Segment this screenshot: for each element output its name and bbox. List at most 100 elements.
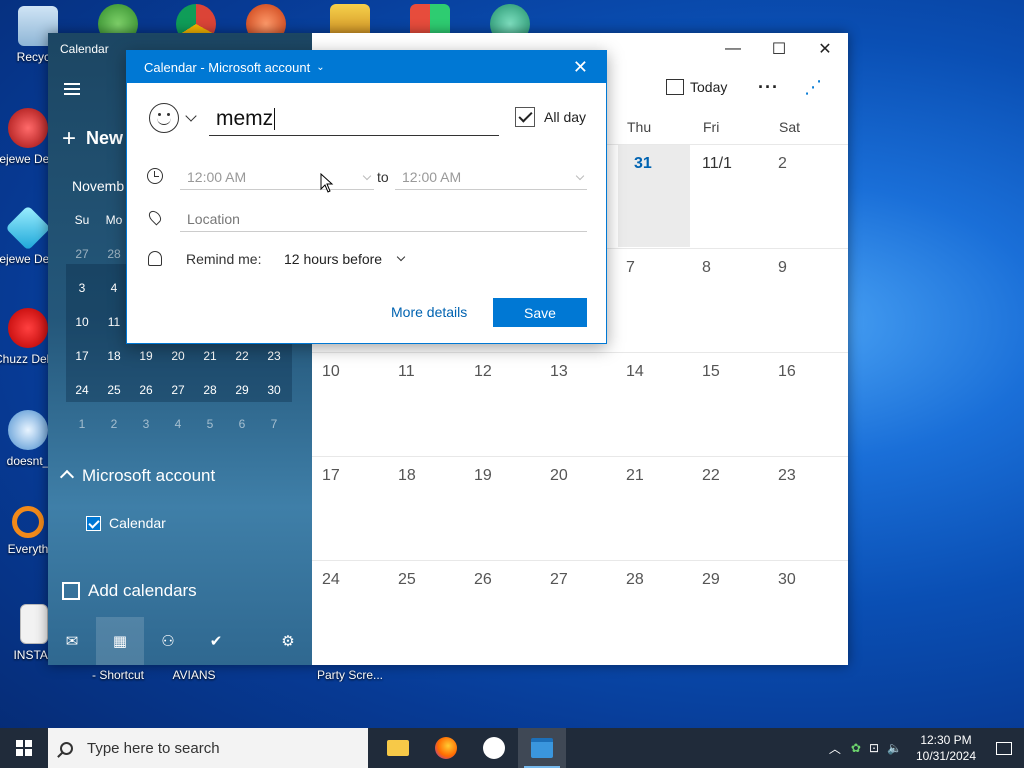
today-button[interactable]: Today	[666, 79, 727, 95]
minimize-button[interactable]: —	[710, 33, 756, 65]
day-cell[interactable]: 10	[322, 363, 340, 381]
emoji-picker-icon[interactable]	[149, 103, 179, 133]
day-cell[interactable]: 11	[398, 363, 415, 381]
chevron-down-icon[interactable]	[185, 110, 197, 122]
day-cell-today[interactable]: 31	[634, 155, 652, 173]
more-options-button[interactable]: ···	[758, 77, 779, 98]
day-cell[interactable]: 22	[702, 467, 720, 485]
location-input[interactable]: Location	[180, 206, 587, 232]
day-cell[interactable]: 12	[474, 363, 492, 381]
desktop-icon-chrome[interactable]	[158, 4, 234, 34]
day-cell[interactable]: 11/1	[702, 155, 732, 173]
chevron-down-icon[interactable]: ⌄	[316, 62, 324, 73]
day-cell[interactable]: 16	[778, 363, 796, 381]
taskbar-search-box[interactable]: Type here to search	[48, 728, 368, 768]
day-cell[interactable]: 30	[778, 571, 796, 589]
desktop-icon-app3[interactable]	[228, 4, 304, 34]
taskbar-calendar[interactable]	[518, 728, 566, 768]
app-tray-icon[interactable]: ✿	[851, 741, 861, 755]
day-cell[interactable]: 27	[550, 571, 568, 589]
chevron-down-icon	[396, 252, 406, 262]
taskbar-github[interactable]	[470, 728, 518, 768]
day-cell[interactable]: 28	[626, 571, 644, 589]
day-cell[interactable]: 19	[474, 467, 492, 485]
save-button[interactable]: Save	[493, 298, 587, 327]
mini-day[interactable]: 28	[194, 383, 226, 397]
mini-day[interactable]: 24	[66, 383, 98, 397]
taskbar-file-explorer[interactable]	[374, 728, 422, 768]
start-button[interactable]	[0, 728, 48, 768]
calendar-picker[interactable]: Calendar - Microsoft account	[144, 60, 310, 75]
mail-nav-button[interactable]: ✉	[48, 617, 96, 665]
mini-day[interactable]: 21	[194, 349, 226, 363]
mini-day[interactable]: 26	[130, 383, 162, 397]
mini-day[interactable]: 10	[66, 315, 98, 329]
taskbar-firefox[interactable]	[422, 728, 470, 768]
calendar-visibility-toggle[interactable]: Calendar	[86, 515, 166, 531]
day-cell[interactable]: 2	[778, 155, 787, 173]
mini-day[interactable]: 27	[162, 383, 194, 397]
day-cell[interactable]: 14	[626, 363, 644, 381]
maximize-button[interactable]: ☐	[756, 33, 802, 65]
mini-day[interactable]: 27	[66, 247, 98, 261]
mini-day[interactable]: 29	[226, 383, 258, 397]
more-details-link[interactable]: More details	[391, 304, 467, 320]
day-cell[interactable]: 21	[626, 467, 644, 485]
mini-day[interactable]: 3	[66, 281, 98, 295]
settings-nav-button[interactable]: ⚙	[264, 617, 312, 665]
desktop-icon-app6[interactable]	[472, 4, 548, 34]
mini-day[interactable]: 18	[98, 349, 130, 363]
new-event-button[interactable]: + New	[62, 125, 123, 153]
desktop-icon-people[interactable]	[80, 4, 156, 34]
day-cell[interactable]: 7	[626, 259, 635, 277]
day-cell[interactable]: 18	[398, 467, 416, 485]
network-icon[interactable]: ⊡	[869, 741, 879, 755]
mini-day[interactable]: 5	[194, 417, 226, 431]
mini-day[interactable]: 22	[226, 349, 258, 363]
close-dialog-button[interactable]: ✕	[573, 57, 588, 78]
day-cell[interactable]: 25	[398, 571, 416, 589]
day-cell[interactable]: 17	[322, 467, 340, 485]
start-time-select[interactable]: 12:00 AM	[180, 164, 374, 190]
day-cell[interactable]: 29	[702, 571, 720, 589]
people-nav-button[interactable]: ⚇	[144, 617, 192, 665]
mini-day[interactable]: 19	[130, 349, 162, 363]
mini-day[interactable]: 1	[66, 417, 98, 431]
account-group-header[interactable]: Microsoft account	[59, 466, 215, 486]
clock-icon	[147, 168, 163, 184]
mini-calendar-month[interactable]: Novemb	[72, 178, 124, 194]
day-cell[interactable]: 13	[550, 363, 568, 381]
add-calendars-button[interactable]: Add calendars	[62, 581, 197, 601]
end-time-select[interactable]: 12:00 AM	[395, 164, 587, 190]
mini-day[interactable]: 20	[162, 349, 194, 363]
day-cell[interactable]: 9	[778, 259, 787, 277]
day-cell[interactable]: 20	[550, 467, 568, 485]
hamburger-menu-icon[interactable]	[64, 83, 80, 95]
mini-day[interactable]: 30	[258, 383, 290, 397]
mini-day[interactable]: 3	[130, 417, 162, 431]
event-name-input[interactable]: memz	[209, 103, 499, 136]
mini-day[interactable]: 2	[98, 417, 130, 431]
all-day-checkbox[interactable]: All day	[515, 107, 586, 127]
mini-day[interactable]: 23	[258, 349, 290, 363]
desktop-icon-app4[interactable]	[312, 4, 388, 34]
desktop-icon-app5[interactable]	[392, 4, 468, 34]
mini-day[interactable]: 17	[66, 349, 98, 363]
todo-nav-button[interactable]: ✔	[192, 617, 240, 665]
day-cell[interactable]: 8	[702, 259, 711, 277]
day-cell[interactable]: 26	[474, 571, 492, 589]
reminder-select[interactable]: 12 hours before	[284, 251, 406, 267]
day-cell[interactable]: 24	[322, 571, 340, 589]
taskbar-clock[interactable]: 12:30 PM 10/31/2024	[908, 732, 984, 764]
mini-day[interactable]: 4	[162, 417, 194, 431]
mini-day[interactable]: 7	[258, 417, 290, 431]
close-window-button[interactable]: ✕	[802, 33, 848, 65]
mini-day[interactable]: 25	[98, 383, 130, 397]
day-cell[interactable]: 15	[702, 363, 720, 381]
mini-day[interactable]: 6	[226, 417, 258, 431]
volume-icon[interactable]: 🔈	[887, 741, 902, 755]
action-center-button[interactable]	[984, 728, 1024, 768]
show-hidden-icons-chevron-icon[interactable]: ︿	[829, 740, 841, 757]
day-cell[interactable]: 23	[778, 467, 796, 485]
calendar-nav-button[interactable]: ▦	[96, 617, 144, 665]
